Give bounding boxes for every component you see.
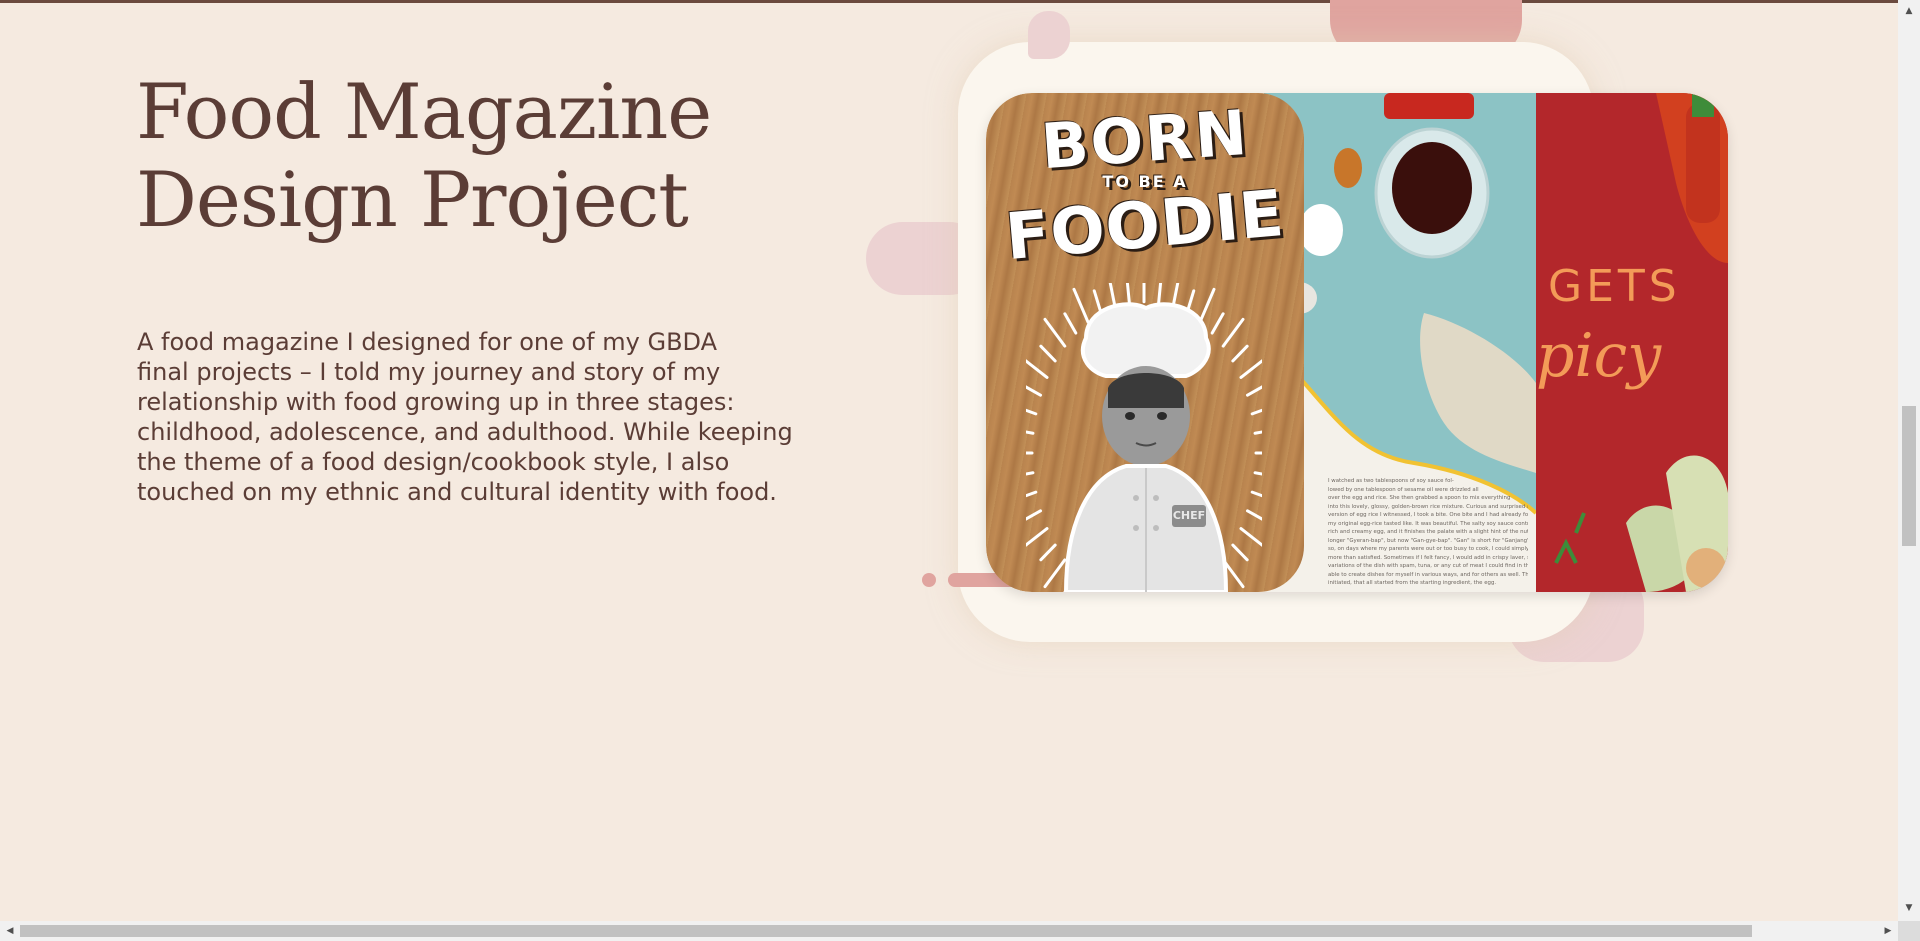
text-line: my original egg-rice tasted like. It was… [1328,520,1528,527]
page-title: Food Magazine Design Project [136,67,712,244]
sunburst-ray [1026,527,1049,547]
magazine-image-carousel[interactable]: GETS picy I watched as two tablespoons o… [986,93,1728,592]
text-line: longer "Gyeran-bap", but now "Gan-gye-ba… [1328,537,1528,544]
sunburst-ray [1253,471,1262,476]
magazine-page-spicy: GETS picy [1536,93,1728,592]
project-description: A food magazine I designed for one of my… [137,327,837,507]
sunburst-ray [1245,509,1262,521]
sunburst-ray [1039,543,1057,562]
sunburst-ray [1026,471,1035,476]
text-line: over the egg and rice. She then grabbed … [1328,495,1511,501]
text-line: lowed by one tablespoon of sesame oil we… [1328,486,1479,493]
spicy-page-script: picy [1536,321,1662,391]
sunburst-ray [1026,430,1035,435]
page-title-line-1: Food Magazine [136,67,712,156]
cover-title-born: BORN [1038,95,1252,184]
scrollbar-corner [1898,921,1920,941]
sunburst-ray [1239,359,1262,379]
sunburst-ray [1026,359,1049,379]
child-chef-photo [1063,302,1229,592]
sunburst-ray [1253,430,1262,435]
text-line: rich and creamy egg, and it finishes the… [1328,529,1528,535]
sunburst-ray [1026,385,1043,397]
sunburst-ray [1039,344,1057,363]
text-line: so, on days where my parents were out or… [1328,546,1528,552]
horizontal-scroll-thumb[interactable] [20,925,1752,937]
scroll-right-icon[interactable]: ▶ [1880,923,1896,939]
page: Food Magazine Design Project A food maga… [0,0,1920,941]
chef-name-tag: CHEF [1172,505,1206,527]
sunburst-ray [1231,344,1249,363]
egg-rice-page-body-text: I watched as two tablespoons of soy sauc… [1328,477,1528,588]
description-line: childhood, adolescence, and adulthood. W… [137,418,793,446]
sunburst-ray [1250,490,1262,498]
magazine-page-egg-rice: I watched as two tablespoons of soy sauc… [1264,93,1536,592]
text-line: I watched as two tablespoons of soy sauc… [1328,478,1454,484]
magazine-cover: BORN TO BE A FOODIE CHEF [986,93,1304,592]
sunburst-ray [1239,527,1262,547]
cover-title: BORN TO BE A FOODIE [986,96,1304,275]
sunburst-ray [1026,509,1043,521]
top-divider [0,0,1898,3]
carousel-indicator-dot[interactable] [922,573,936,587]
text-line: able to create dishes for myself in vari… [1328,571,1528,578]
description-line: final projects – I told my journey and s… [137,358,721,386]
vertical-scroll-thumb[interactable] [1902,406,1916,546]
scroll-down-icon[interactable]: ▼ [1902,901,1916,915]
page-title-line-2: Design Project [136,155,689,244]
text-line: initiated, that all started from the sta… [1328,580,1497,586]
sunburst-ray [1231,543,1249,562]
sunburst-ray [1250,408,1262,416]
sunburst-ray [1026,408,1038,416]
description-line: touched on my ethnic and cultural identi… [137,478,777,506]
description-line: relationship with food growing up in thr… [137,388,735,416]
text-line: version of egg rice I witnessed, I took … [1328,512,1528,518]
description-line: the theme of a food design/cookbook styl… [137,448,730,476]
text-line: variations of the dish with spam, tuna, … [1328,563,1528,569]
scroll-up-icon[interactable]: ▲ [1902,4,1916,18]
cover-title-foodie: FOODIE [1002,176,1288,276]
sunburst-ray [1245,385,1262,397]
spicy-page-heading: GETS [1548,261,1681,312]
text-line: into this lovely, glossy, golden-brown r… [1328,503,1528,510]
text-line: more than satisfied. Sometimes if I felt… [1328,554,1528,561]
sunburst-ray [1026,490,1038,498]
scroll-left-icon[interactable]: ◀ [2,923,18,939]
decorative-blob [1028,11,1070,59]
description-line: A food magazine I designed for one of my… [137,328,718,356]
